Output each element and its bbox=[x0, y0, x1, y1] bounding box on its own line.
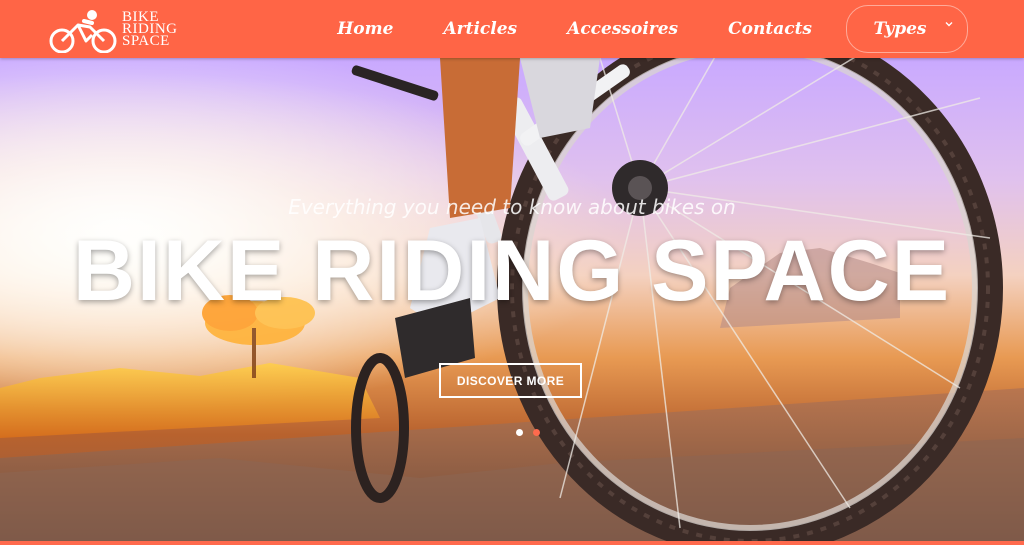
nav-types-dropdown[interactable]: Types bbox=[846, 5, 968, 53]
brand-name: BIKE RIDING SPACE bbox=[122, 10, 178, 49]
nav-home[interactable]: Home bbox=[337, 19, 393, 39]
hero-title: BIKE RIDING SPACE bbox=[72, 223, 952, 319]
slider-dot-2[interactable] bbox=[533, 429, 540, 436]
main-nav: Home Articles Accessoires Contacts Types bbox=[287, 0, 968, 58]
hero-banner: Everything you need to know about bikes … bbox=[0, 58, 1024, 541]
nav-articles[interactable]: Articles bbox=[443, 19, 517, 39]
nav-accessoires[interactable]: Accessoires bbox=[567, 19, 678, 39]
hero-subtitle: Everything you need to know about bikes … bbox=[288, 195, 736, 219]
brand-line-3: SPACE bbox=[122, 33, 170, 49]
discover-more-button[interactable]: DISCOVER MORE bbox=[439, 363, 582, 398]
top-navbar: BIKE RIDING SPACE Home Articles Accessoi… bbox=[0, 0, 1024, 58]
nav-types-label: Types bbox=[873, 19, 927, 39]
chevron-down-icon bbox=[945, 22, 953, 27]
cyclist-icon bbox=[49, 10, 117, 53]
slider-dots bbox=[516, 429, 550, 436]
slider-dot-1[interactable] bbox=[516, 429, 523, 436]
nav-contacts[interactable]: Contacts bbox=[728, 19, 812, 39]
brand-logo[interactable]: BIKE RIDING SPACE bbox=[48, 5, 178, 53]
bottom-accent-bar bbox=[0, 541, 1024, 545]
